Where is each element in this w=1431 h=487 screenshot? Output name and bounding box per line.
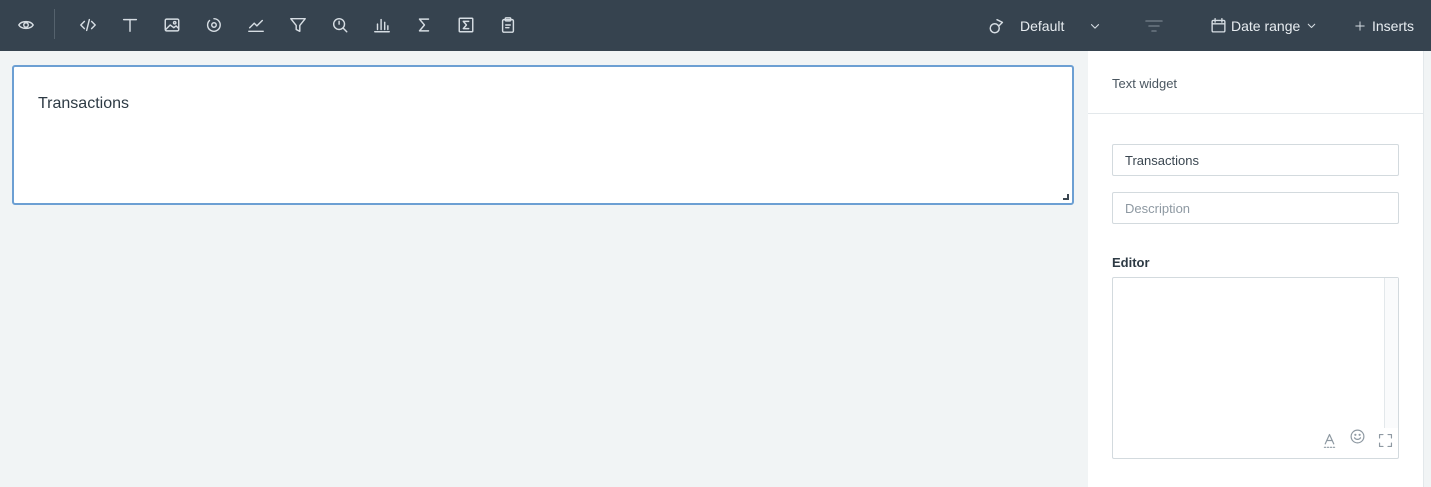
theme-label: Default (1020, 17, 1065, 34)
filter-icon[interactable] (284, 12, 312, 38)
chevron-down-icon (1308, 23, 1316, 28)
date-range-selector[interactable]: Date range (1210, 0, 1318, 51)
bar-chart-icon[interactable] (368, 12, 396, 38)
gauge-icon[interactable] (200, 12, 228, 38)
theme-selector[interactable]: Default (988, 0, 1102, 51)
panel-header: Text widget (1112, 76, 1178, 91)
editor-area[interactable] (1112, 277, 1399, 459)
line-chart-icon[interactable] (242, 12, 270, 38)
dashboard-canvas[interactable]: Transactions (0, 51, 1088, 487)
inserts-label: Inserts (1372, 17, 1415, 34)
chevron-down-icon (1091, 23, 1100, 29)
clipboard-icon[interactable] (494, 12, 522, 38)
search-chart-icon[interactable] (326, 12, 354, 38)
inserts-button[interactable]: Inserts (1354, 0, 1414, 51)
text-icon[interactable] (116, 12, 144, 38)
shapes-icon (989, 18, 1004, 33)
sigma-icon[interactable] (410, 12, 438, 38)
font-color-icon[interactable] (1319, 430, 1339, 450)
properties-panel: Text widget Editor (1088, 51, 1423, 487)
resize-handle[interactable] (1063, 194, 1069, 200)
sigma-box-icon[interactable] (452, 12, 480, 38)
widget-title: Transactions (38, 95, 129, 112)
image-icon[interactable] (158, 12, 186, 38)
eye-icon[interactable] (12, 12, 40, 38)
emoji-icon[interactable] (1347, 426, 1367, 446)
panel-divider (1088, 113, 1423, 114)
date-range-label: Date range (1231, 17, 1301, 34)
title-input[interactable] (1112, 144, 1399, 176)
panel-edge (1423, 51, 1431, 487)
editor-scrollbar[interactable] (1384, 278, 1398, 428)
filter-lines-icon[interactable] (1144, 0, 1164, 51)
text-widget[interactable]: Transactions (12, 65, 1074, 205)
fullscreen-icon[interactable] (1375, 430, 1395, 450)
calendar-icon (1211, 18, 1226, 33)
toolbar-divider (54, 9, 55, 39)
plus-icon (1355, 20, 1365, 31)
description-input[interactable] (1112, 192, 1399, 224)
editor-label: Editor (1112, 255, 1150, 270)
code-icon[interactable] (74, 12, 102, 38)
top-toolbar: Default Date range Inserts (0, 0, 1431, 51)
